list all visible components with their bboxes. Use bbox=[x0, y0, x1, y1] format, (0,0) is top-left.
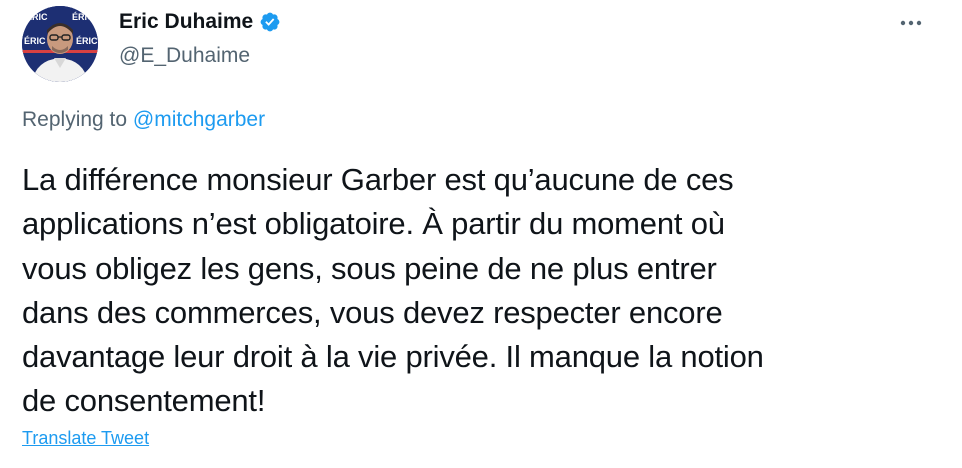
author-name-row[interactable]: Eric Duhaime bbox=[119, 8, 281, 36]
tweet-text-line: vous obligez les gens, sous peine de ne … bbox=[22, 250, 717, 286]
tweet-text-line: davantage leur droit à la vie privée. Il… bbox=[22, 339, 764, 375]
tweet-card: ÉRIC ÉRIC ÉRIC ÉRIC Eric Duhaime @E_Duha… bbox=[0, 0, 962, 468]
avatar[interactable]: ÉRIC ÉRIC ÉRIC ÉRIC bbox=[22, 6, 98, 82]
verified-badge-icon bbox=[259, 11, 281, 33]
avatar-backdrop-text: ÉRIC bbox=[76, 36, 98, 46]
more-options-icon bbox=[900, 20, 922, 26]
tweet-text: La différence monsieur Garber est qu’auc… bbox=[22, 158, 922, 424]
avatar-backdrop-text: ÉRIC bbox=[26, 12, 48, 22]
tweet-text-line: dans des commerces, vous devez respecter… bbox=[22, 294, 723, 330]
tweet-text-line: de consentement! bbox=[22, 383, 266, 419]
author-handle[interactable]: @E_Duhaime bbox=[119, 42, 250, 70]
tweet-text-line: La différence monsieur Garber est qu’auc… bbox=[22, 162, 734, 197]
replying-to: Replying to @mitchgarber bbox=[22, 106, 265, 134]
translate-tweet-link[interactable]: Translate Tweet bbox=[22, 426, 149, 450]
reply-mention-link[interactable]: @mitchgarber bbox=[133, 108, 265, 131]
replying-to-label: Replying to bbox=[22, 108, 128, 131]
avatar-image: ÉRIC ÉRIC ÉRIC ÉRIC bbox=[22, 6, 98, 82]
tweet-text-line: applications n’est obligatoire. À partir… bbox=[22, 206, 725, 242]
author-display-name[interactable]: Eric Duhaime bbox=[119, 8, 253, 36]
avatar-backdrop-text: ÉRIC bbox=[24, 36, 46, 46]
more-options-button[interactable] bbox=[896, 8, 926, 38]
avatar-backdrop-text: ÉRIC bbox=[72, 12, 94, 22]
